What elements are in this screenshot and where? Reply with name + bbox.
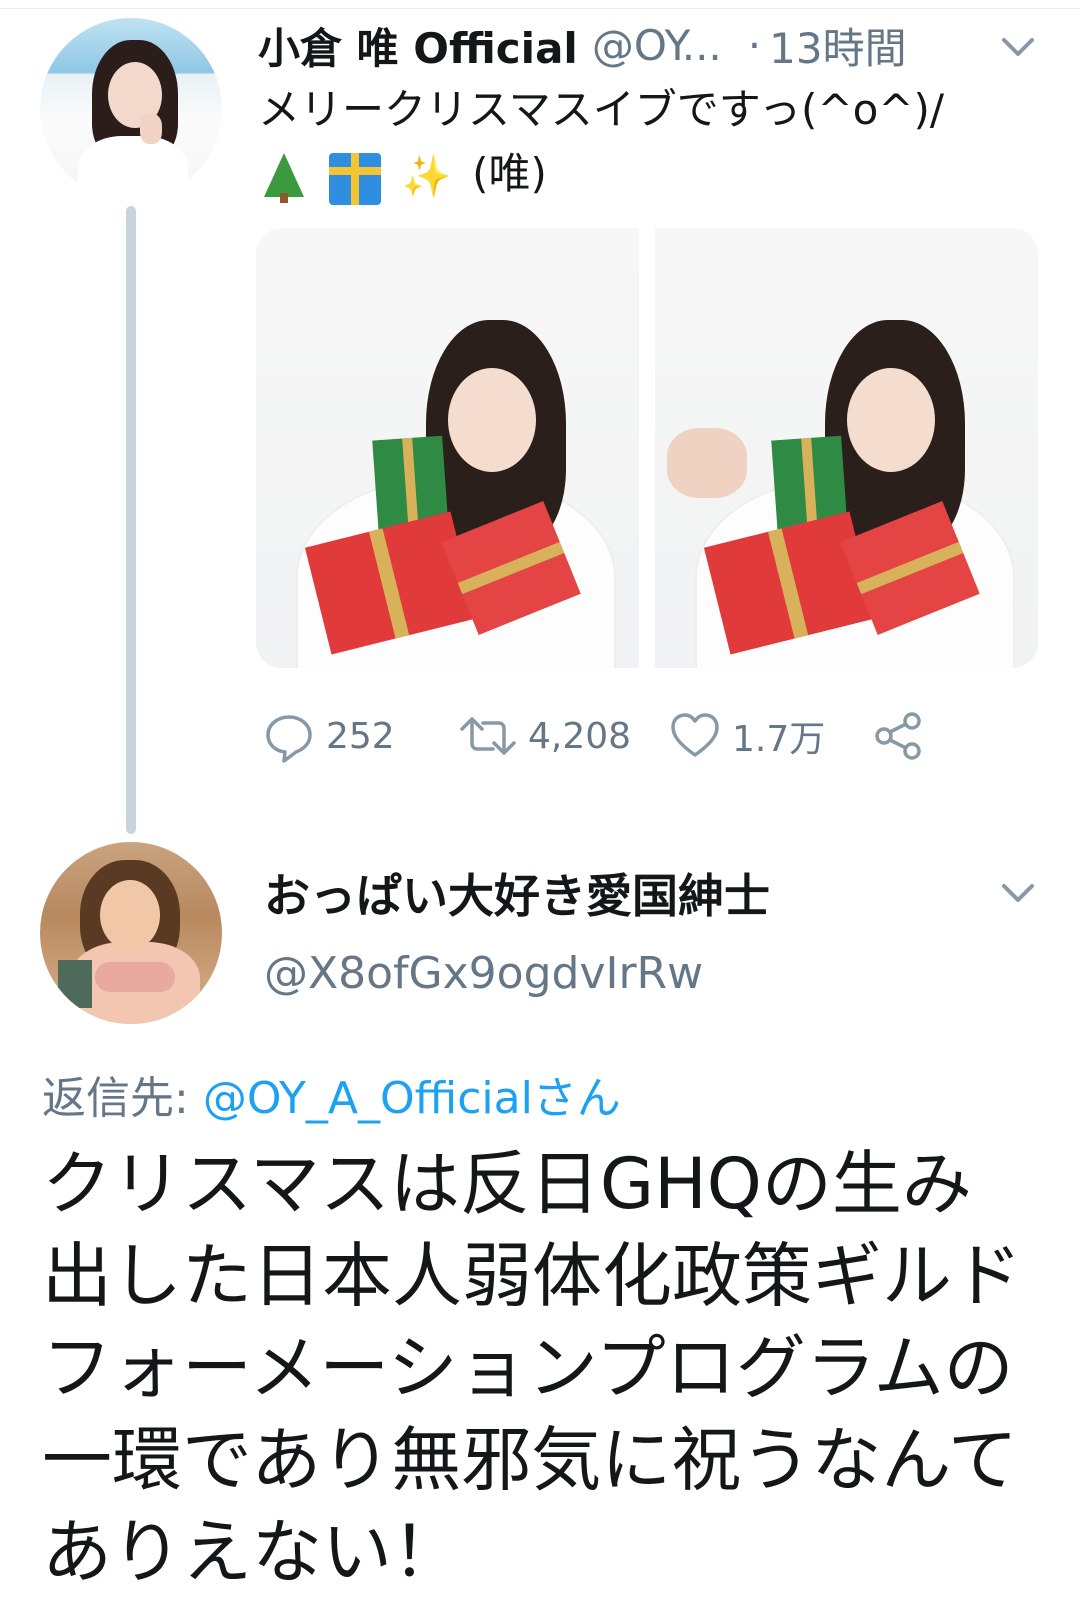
reply-author-display-name[interactable]: おっぱい大好き愛国紳士 <box>264 860 770 926</box>
chevron-down-icon[interactable] <box>998 872 1038 912</box>
reply-author-handle[interactable]: @X8ofGx9ogdvIrRw <box>264 948 703 999</box>
top-divider <box>0 0 1080 9</box>
tweet-text-line1: メリークリスマスイブですっ(^o^)/ <box>258 85 945 134</box>
heart-icon <box>671 713 719 757</box>
tweet-action-bar: 252 4,208 1.7万 <box>262 700 962 772</box>
gift-icon <box>329 152 382 205</box>
reply-count: 252 <box>326 715 395 757</box>
reply-text: クリスマスは反日GHQの生み出した日本人弱体化政策ギルドフォーメーションプログラ… <box>42 1143 1022 1593</box>
media-photo-2[interactable] <box>655 228 1038 668</box>
author-handle[interactable]: @OY... <box>592 21 722 70</box>
chevron-down-icon[interactable] <box>998 26 1038 66</box>
sparkles-icon: ✨ <box>401 153 452 200</box>
tweet-header: 小倉 唯 Official @OY... · 13時間 <box>258 14 907 76</box>
reply-author-avatar[interactable] <box>40 842 222 1024</box>
retweet-count: 4,208 <box>528 715 632 757</box>
reply-icon <box>266 715 312 763</box>
author-display-name[interactable]: 小倉 唯 Official <box>258 15 578 76</box>
replying-to-mention[interactable]: @OY_A_Officialさん <box>203 1073 621 1124</box>
media-photo-1[interactable] <box>256 228 639 668</box>
like-button[interactable]: 1.7万 <box>668 700 825 772</box>
tweet-text-line2: ✨ (唯) <box>258 142 1048 206</box>
tweet-text: メリークリスマスイブですっ(^o^)/ ✨ (唯) <box>258 78 1048 206</box>
christmas-tree-icon <box>258 151 310 203</box>
tweet-text-suffix: (唯) <box>472 149 547 198</box>
retweet-button[interactable]: 4,208 <box>458 700 631 772</box>
tweet-media-grid <box>256 228 1038 668</box>
retweet-icon <box>460 717 516 755</box>
share-button[interactable] <box>872 700 926 772</box>
tweet-timestamp[interactable]: 13時間 <box>769 15 906 76</box>
separator-dot: · <box>747 20 762 70</box>
reply-button[interactable]: 252 <box>262 700 395 772</box>
replying-to-label: 返信先: <box>42 1073 189 1124</box>
like-count: 1.7万 <box>732 719 826 760</box>
thread-connector-line <box>126 206 136 834</box>
replying-to: 返信先: @OY_A_Officialさん <box>42 1062 621 1126</box>
share-icon <box>875 712 921 760</box>
author-avatar[interactable] <box>40 18 222 200</box>
